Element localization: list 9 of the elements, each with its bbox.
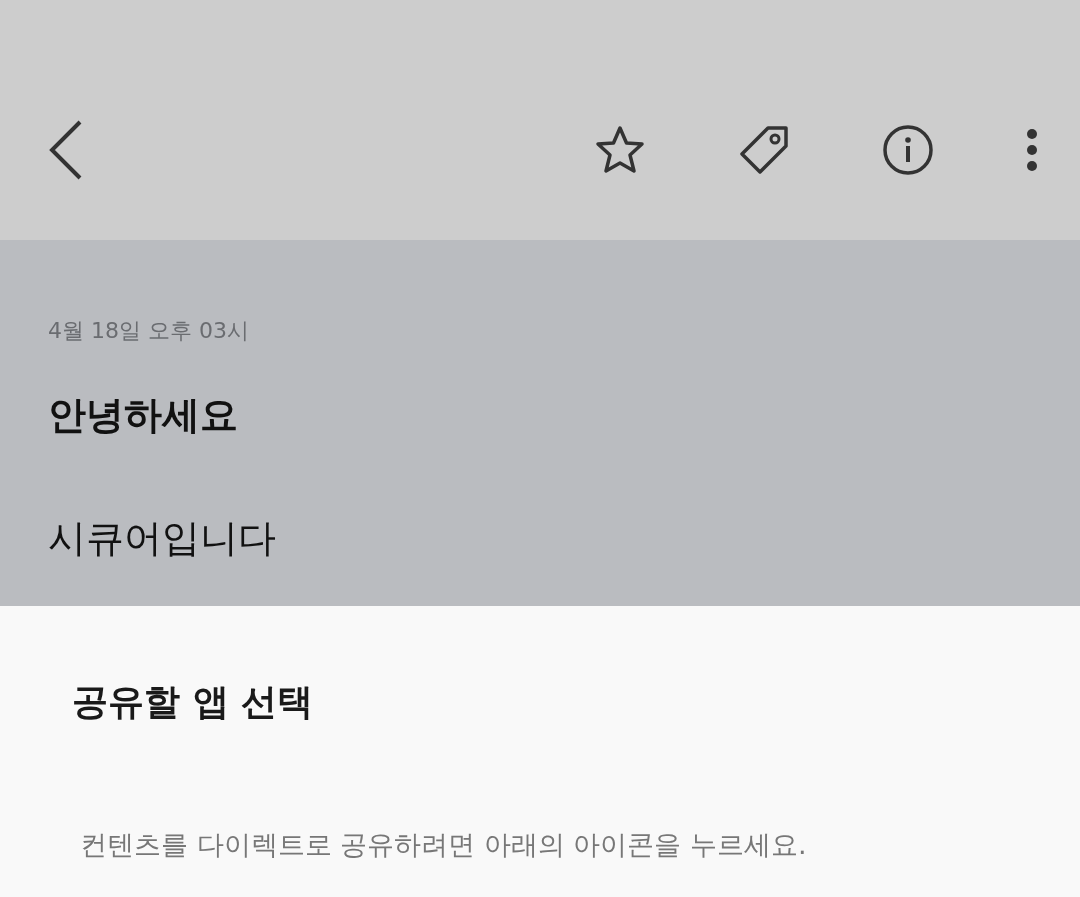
info-icon <box>882 124 934 176</box>
note-date: 4월 18일 오후 03시 <box>48 317 250 345</box>
tag-icon <box>738 124 790 176</box>
note-body: 시큐어입니다 <box>48 515 277 562</box>
sheet-description: 컨텐츠를 다이렉트로 공유하려면 아래의 아이콘을 누르세요. <box>79 828 808 862</box>
star-icon <box>594 124 646 176</box>
more-icon <box>1026 128 1038 172</box>
sheet-title: 공유할 앱 선택 <box>72 680 315 724</box>
note-title: 안녕하세요 <box>48 392 239 439</box>
